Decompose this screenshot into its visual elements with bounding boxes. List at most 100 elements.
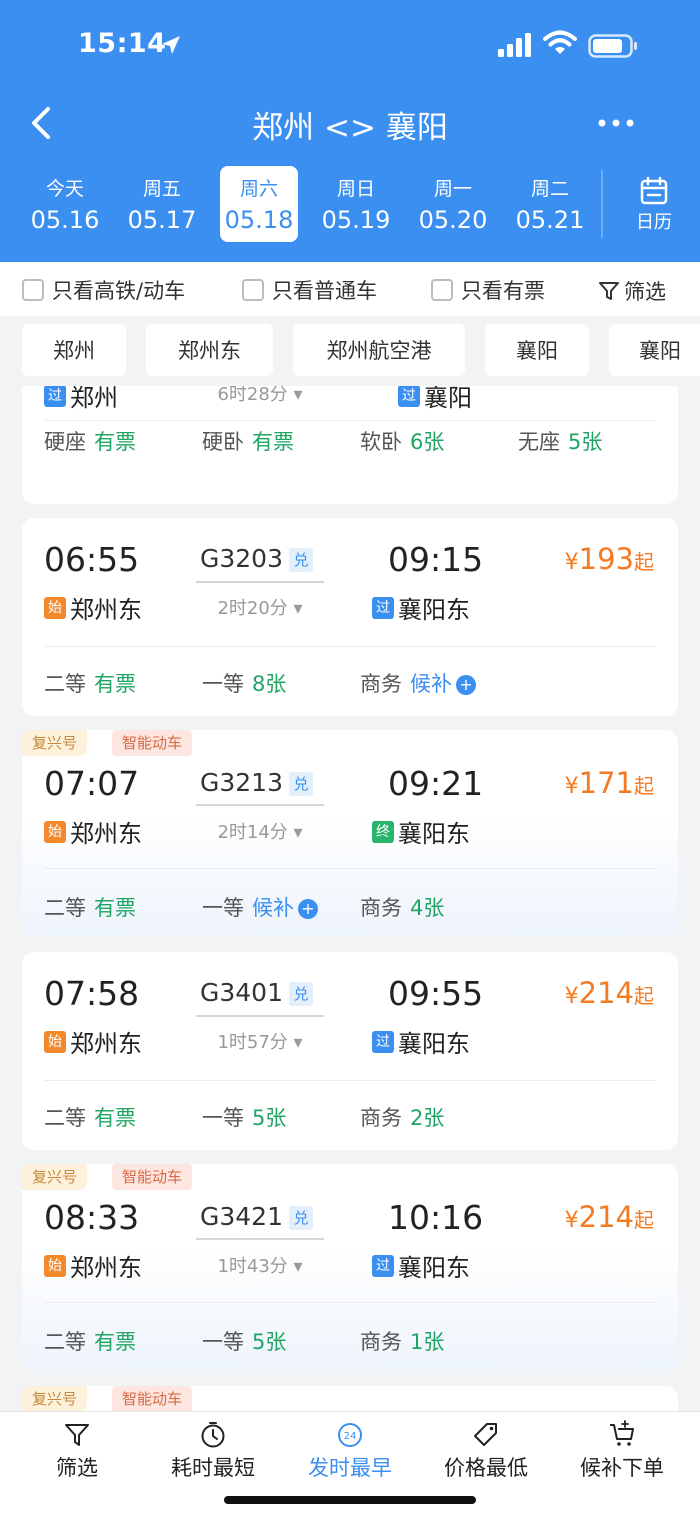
train-list[interactable]: 过郑州 6时28分 ▾ 过襄阳 硬座 有票 硬卧 有票 软卧 6张 无座 5张 06:5…: [0, 386, 700, 1412]
train-number: G3401 兑: [200, 978, 313, 1007]
tab-label: 发时最早: [308, 1456, 392, 1480]
pass-badge: 过: [372, 1030, 394, 1053]
arrival-time: 09:21: [388, 764, 484, 803]
tab-label: 候补下单: [580, 1456, 664, 1480]
date-tab-0518-selected[interactable]: 周六 05.18: [220, 166, 298, 242]
station-chip-row: 郑州 郑州东 郑州航空港 襄阳 襄阳: [0, 316, 700, 386]
seat-info: 硬座 有票: [44, 430, 136, 454]
arrival-station: 过襄阳: [398, 386, 472, 413]
station-chip-zhengzhou-hangkonggang[interactable]: 郑州航空港: [293, 324, 465, 376]
departure-station: 始郑州东: [44, 1248, 142, 1283]
checkbox-putong-only[interactable]: 只看普通车: [242, 276, 377, 304]
tab-label: 价格最低: [444, 1456, 528, 1480]
station-chip-xiangyang-dong[interactable]: 襄阳: [609, 324, 700, 376]
exchange-badge: 兑: [289, 1206, 313, 1230]
arrival-station: 过襄阳东: [372, 1248, 470, 1283]
add-waitlist-icon: +: [456, 675, 476, 695]
date-tab-0519[interactable]: 周日 05.19: [317, 166, 395, 242]
date-tab-0516[interactable]: 今天 05.16: [26, 166, 104, 242]
price: ¥193起: [564, 542, 654, 576]
train-number: G3203 兑: [200, 544, 313, 573]
train-card-partial[interactable]: 过郑州 6时28分 ▾ 过襄阳 硬座 有票 硬卧 有票 软卧 6张 无座 5张: [22, 386, 678, 504]
station-chip-xiangyang[interactable]: 襄阳: [485, 324, 589, 376]
duration-toggle[interactable]: 2时20分 ▾: [196, 594, 324, 620]
tab-label: 筛选: [56, 1456, 98, 1480]
arrival-station: 过襄阳东: [372, 1024, 470, 1059]
divider: [44, 646, 656, 647]
checkbox-label: 只看普通车: [272, 279, 377, 303]
seat-info: 商务 1张: [360, 1330, 445, 1354]
more-options-button[interactable]: [592, 106, 640, 140]
fuxing-tag: 复兴号: [22, 1164, 88, 1190]
departure-station: 过郑州: [44, 386, 118, 413]
timer-icon: [201, 1422, 225, 1448]
train-line: [196, 1015, 324, 1017]
smart-emu-tag: 智能动车: [112, 730, 193, 756]
checkbox-gaotie-only[interactable]: 只看高铁/动车: [22, 276, 185, 304]
filter-button[interactable]: 筛选: [598, 276, 666, 306]
train-card-g3203[interactable]: 06:55 G3203 兑 09:15 ¥193起 始郑州东 2时20分 ▾ 过襄…: [22, 518, 678, 716]
clock-24-text: 24: [344, 1431, 357, 1442]
train-card-partial-next[interactable]: 复兴号 智能动车: [22, 1386, 678, 1412]
duration-toggle[interactable]: 2时14分 ▾: [196, 818, 324, 844]
cart-plus-icon: [610, 1420, 634, 1446]
train-card-g3213[interactable]: 复兴号 智能动车 07:07 G3213 兑 09:21 ¥171起 始郑州东 2…: [22, 730, 678, 936]
date-tab-0520[interactable]: 周一 05.20: [414, 166, 492, 242]
add-waitlist-icon: +: [298, 899, 318, 919]
tab-filter[interactable]: 筛选: [17, 1420, 137, 1482]
seat-info: 软卧 6张: [360, 430, 445, 454]
divider: [44, 868, 656, 869]
date-value: 05.19: [321, 206, 391, 234]
seat-info: 商务 2张: [360, 1106, 445, 1130]
checkbox-box[interactable]: [431, 279, 453, 301]
tab-waitlist-order[interactable]: 候补下单: [562, 1420, 682, 1482]
departure-station: 始郑州东: [44, 590, 142, 625]
home-indicator: [224, 1496, 476, 1504]
arrival-time: 09:55: [388, 974, 484, 1013]
checkbox-box[interactable]: [22, 279, 44, 301]
date-tab-0517[interactable]: 周五 05.17: [123, 166, 201, 242]
seat-info-waitlist[interactable]: 商务 候补 +: [360, 668, 476, 698]
price-tag-icon: [474, 1423, 497, 1446]
status-bar: 15:14: [0, 0, 700, 90]
checkbox-label: 只看高铁/动车: [52, 279, 186, 303]
date-tab-0521[interactable]: 周二 05.21: [511, 166, 589, 242]
train-line: [196, 581, 324, 583]
arrival-time: 10:16: [388, 1198, 484, 1237]
start-badge: 始: [44, 820, 66, 843]
pass-badge: 过: [372, 596, 394, 619]
tab-lowest-price[interactable]: 价格最低: [426, 1420, 546, 1482]
date-selector: 今天 05.16 周五 05.17 周六 05.18 周日 05.19 周一 0…: [0, 164, 700, 246]
tab-label: 耗时最短: [171, 1456, 255, 1480]
end-badge: 终: [372, 820, 394, 843]
train-card-g3421[interactable]: 复兴号 智能动车 08:33 G3421 兑 10:16 ¥214起 始郑州东 1…: [22, 1164, 678, 1370]
station-chip-zhengzhoudong[interactable]: 郑州东: [146, 324, 273, 376]
smart-emu-tag: 智能动车: [112, 1386, 193, 1412]
quick-filter-bar: 只看高铁/动车 只看普通车 只看有票 筛选: [0, 262, 700, 316]
train-number: G3213 兑: [200, 768, 313, 797]
exchange-badge: 兑: [289, 548, 313, 572]
seat-info-waitlist[interactable]: 一等 候补 +: [202, 892, 318, 922]
train-line: [196, 1238, 324, 1240]
calendar-label: 日历: [636, 212, 672, 233]
checkbox-available-only[interactable]: 只看有票: [431, 276, 545, 304]
tab-earliest-departure[interactable]: 24 发时最早: [290, 1420, 410, 1482]
filter-icon: [599, 282, 619, 300]
pass-badge: 过: [44, 386, 66, 407]
calendar-icon: [640, 176, 668, 205]
date-value: 05.20: [418, 206, 488, 234]
station-chip-zhengzhou[interactable]: 郑州: [22, 324, 126, 376]
filter-icon: [65, 1424, 89, 1446]
duration-toggle[interactable]: 1时57分 ▾: [196, 1028, 324, 1054]
divider: [44, 420, 656, 421]
exchange-badge: 兑: [289, 982, 313, 1006]
train-line: [196, 804, 324, 806]
checkbox-box[interactable]: [242, 279, 264, 301]
departure-time: 06:55: [44, 540, 140, 579]
seat-info: 一等 5张: [202, 1330, 287, 1354]
nav-bar: 郑州 <> 襄阳: [0, 94, 700, 154]
calendar-button[interactable]: 日历: [618, 170, 690, 240]
train-card-g3401[interactable]: 07:58 G3401 兑 09:55 ¥214起 始郑州东 1时57分 ▾ 过襄…: [22, 952, 678, 1150]
duration-toggle[interactable]: 1时43分 ▾: [196, 1252, 324, 1278]
tab-shortest-duration[interactable]: 耗时最短: [153, 1420, 273, 1482]
